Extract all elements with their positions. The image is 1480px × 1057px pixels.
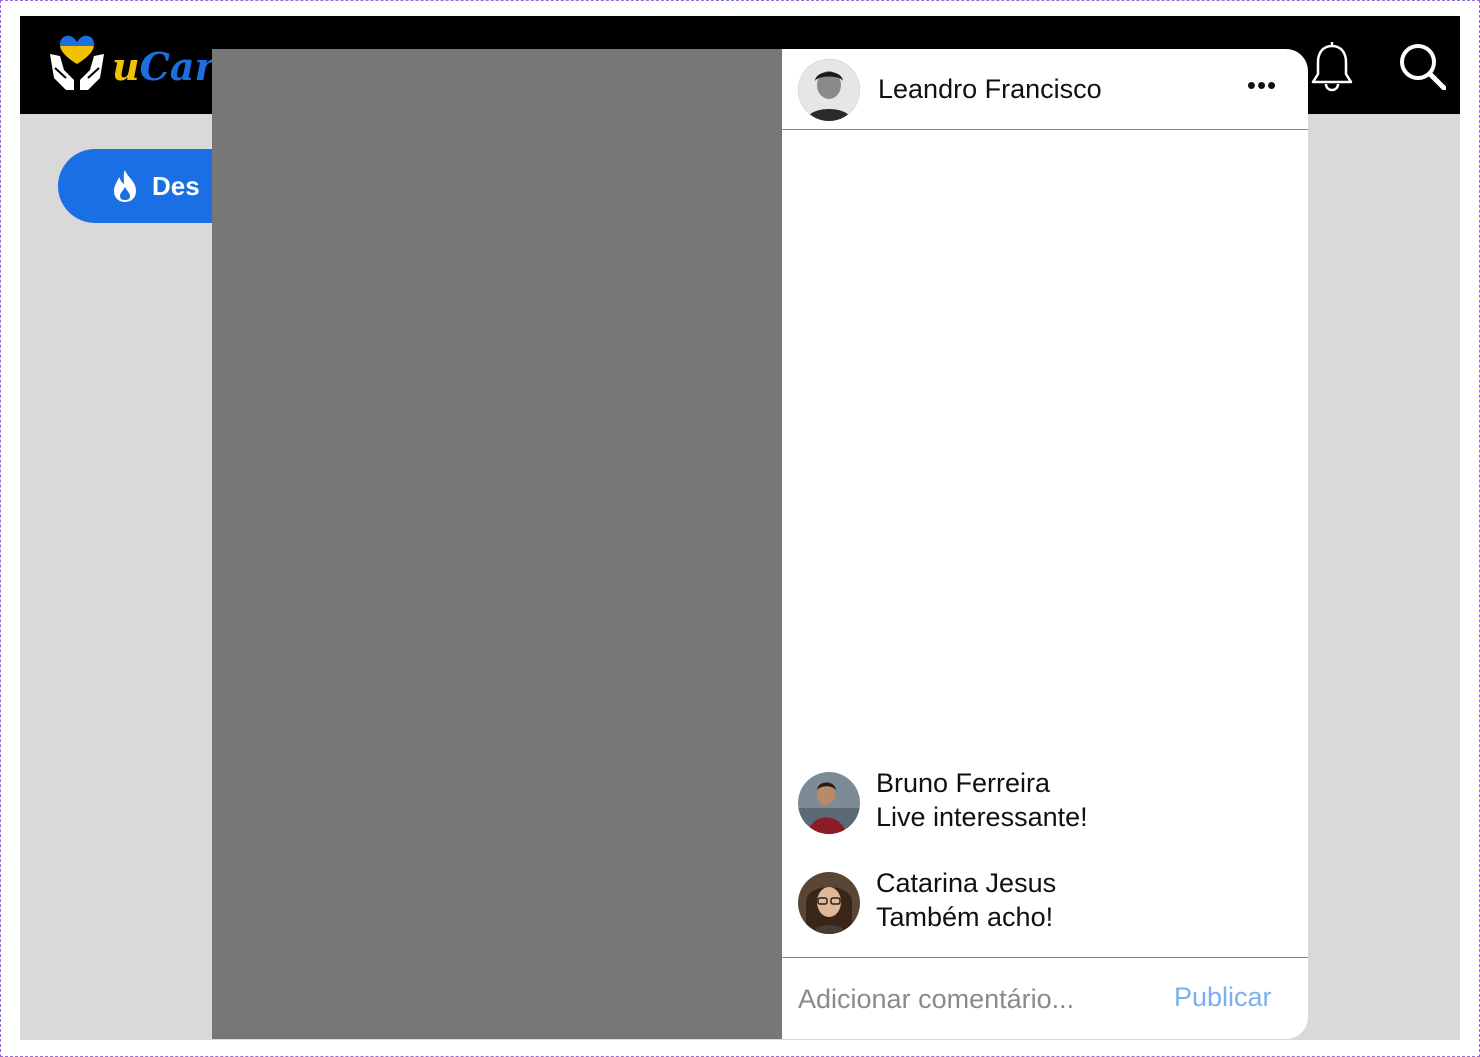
brand-prefix: u [112,44,140,89]
filter-label: Des [152,171,200,201]
search-icon[interactable] [1398,42,1446,90]
more-options-button[interactable]: ••• [1242,72,1282,105]
comment-text: Também acho! [876,902,1054,932]
bell-icon[interactable] [1310,42,1354,92]
author-name[interactable]: Leandro Francisco [878,74,1102,105]
publish-button[interactable]: Publicar [1174,982,1272,1013]
heart-hands-icon[interactable] [46,34,108,92]
commenter-avatar[interactable] [798,872,860,934]
comment-item: Catarina Jesus Também acho! [782,868,1308,942]
comment-text: Live interessante! [876,802,1088,832]
author-avatar[interactable] [798,59,860,121]
comment-input[interactable] [798,980,1158,1018]
app-window: uCar Des Leandro Francisco ••• Bruno Fer… [20,16,1460,1040]
commenter-name[interactable]: Bruno Ferreira [876,768,1050,799]
post-header: Leandro Francisco ••• [782,49,1308,130]
video-player[interactable] [212,49,782,1039]
comment-composer: Publicar [782,957,1308,1039]
live-post-modal: Leandro Francisco ••• Bruno Ferreira Liv… [212,49,1308,1039]
brand-name[interactable]: uCar [112,44,215,89]
comment-item: Bruno Ferreira Live interessante! [782,768,1308,842]
commenter-avatar[interactable] [798,772,860,834]
brand-rest: Car [139,44,215,89]
flame-icon [114,170,136,202]
post-sidebar: Leandro Francisco ••• Bruno Ferreira Liv… [782,49,1308,1039]
commenter-name[interactable]: Catarina Jesus [876,868,1056,899]
